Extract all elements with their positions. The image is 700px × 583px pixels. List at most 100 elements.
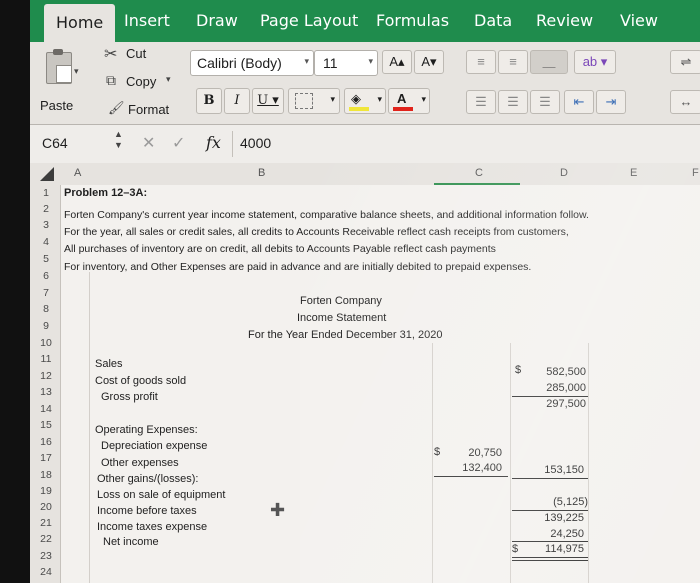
column-header-f[interactable]: F	[692, 167, 699, 179]
statement-period[interactable]: For the Year Ended December 31, 2020	[248, 329, 442, 341]
value-cogs[interactable]: 285,000	[520, 382, 586, 394]
select-all-corner[interactable]	[40, 167, 54, 181]
row-header[interactable]: 8	[34, 303, 58, 315]
label-income-before-taxes[interactable]: Income before taxes	[97, 505, 197, 517]
grow-font-button[interactable]: A▴	[382, 50, 412, 74]
row-header[interactable]: 5	[34, 253, 58, 265]
align-middle-button[interactable]: ≡	[498, 50, 528, 74]
value-income-before-taxes[interactable]: 139,225	[520, 512, 584, 524]
orientation-button[interactable]: ab ▾	[574, 50, 616, 74]
row-header[interactable]: 1	[34, 187, 58, 199]
shrink-font-button[interactable]: A▾	[414, 50, 444, 74]
align-left-button[interactable]: ☰	[466, 90, 496, 114]
italic-button[interactable]: I	[224, 88, 250, 114]
value-income-taxes[interactable]: 24,250	[520, 528, 584, 540]
label-sales[interactable]: Sales	[95, 358, 123, 370]
row-header[interactable]: 4	[34, 236, 58, 248]
problem-text-line[interactable]: For inventory, and Other Expenses are pa…	[64, 261, 531, 273]
value-depreciation[interactable]: 20,750	[440, 447, 502, 459]
paste-dropdown-icon[interactable]: ▾	[74, 66, 79, 77]
row-header[interactable]: 14	[34, 403, 58, 415]
problem-title[interactable]: Problem 12–3A:	[64, 187, 147, 199]
label-other-gains[interactable]: Other gains/(losses):	[97, 473, 198, 485]
font-name-select[interactable]: Calibri (Body) ▾	[190, 50, 314, 76]
formula-input[interactable]: 4000	[240, 135, 271, 151]
statement-title[interactable]: Income Statement	[297, 312, 386, 324]
format-painter-button[interactable]: Format	[128, 102, 169, 117]
align-right-button[interactable]: ☰	[530, 90, 560, 114]
problem-text-line[interactable]: Forten Company's current year income sta…	[64, 209, 589, 221]
tab-view[interactable]: View	[620, 11, 658, 30]
enter-icon[interactable]: ✓	[172, 133, 185, 153]
label-depreciation[interactable]: Depreciation expense	[101, 440, 207, 452]
row-header[interactable]: 10	[34, 337, 58, 349]
row-header[interactable]: 13	[34, 386, 58, 398]
row-header[interactable]: 9	[34, 320, 58, 332]
decrease-indent-button[interactable]: ⇤	[564, 90, 594, 114]
increase-indent-button[interactable]: ⇥	[596, 90, 626, 114]
label-gross-profit[interactable]: Gross profit	[101, 391, 158, 403]
insert-function-button[interactable]: fx	[206, 133, 221, 152]
label-other-expenses[interactable]: Other expenses	[101, 457, 179, 469]
align-center-button[interactable]: ☰	[498, 90, 528, 114]
label-net-income[interactable]: Net income	[103, 536, 159, 548]
name-box[interactable]: C64	[42, 135, 68, 151]
row-header[interactable]: 20	[34, 501, 58, 513]
problem-text-line[interactable]: All purchases of inventory are on credit…	[64, 243, 496, 255]
column-header-b[interactable]: B	[258, 167, 265, 179]
cancel-icon[interactable]: ✕	[142, 133, 155, 153]
tab-home[interactable]: Home	[44, 4, 116, 42]
paste-button[interactable]: ▾ Paste	[38, 49, 82, 113]
merge-button[interactable]: ↔	[670, 90, 700, 114]
copy-button[interactable]: Copy	[126, 74, 156, 89]
column-header-a[interactable]: A	[74, 167, 81, 179]
row-header[interactable]: 22	[34, 533, 58, 545]
column-header-d[interactable]: D	[560, 167, 568, 179]
borders-button[interactable]: ▾	[288, 88, 340, 114]
label-income-taxes[interactable]: Income taxes expense	[97, 521, 207, 533]
fill-color-button[interactable]: ◈ ▾	[344, 88, 386, 114]
row-header[interactable]: 2	[34, 203, 58, 215]
row-header[interactable]: 6	[34, 270, 58, 282]
row-header[interactable]: 17	[34, 452, 58, 464]
wrap-text-button[interactable]: ⇌	[670, 50, 700, 74]
value-other-expenses[interactable]: 132,400	[440, 462, 502, 474]
tab-data[interactable]: Data	[474, 11, 512, 30]
cut-button[interactable]: Cut	[126, 46, 146, 61]
row-header[interactable]: 11	[34, 353, 58, 365]
underline-button[interactable]: U ▾	[252, 88, 284, 114]
value-net-income[interactable]: 114,975	[520, 543, 584, 555]
row-header[interactable]: 24	[34, 566, 58, 578]
tab-draw[interactable]: Draw	[196, 11, 238, 30]
value-gross-profit[interactable]: 297,500	[520, 398, 586, 410]
font-size-select[interactable]: 11 ▾	[314, 50, 378, 76]
tab-review[interactable]: Review	[536, 11, 593, 30]
row-header[interactable]: 16	[34, 436, 58, 448]
label-operating-expenses[interactable]: Operating Expenses:	[95, 424, 198, 436]
row-header[interactable]: 18	[34, 469, 58, 481]
tab-page-layout[interactable]: Page Layout	[260, 11, 358, 30]
font-color-button[interactable]: A ▾	[388, 88, 430, 114]
company-name[interactable]: Forten Company	[300, 295, 382, 307]
value-operating-total[interactable]: 153,150	[520, 464, 584, 476]
tab-formulas[interactable]: Formulas	[376, 11, 449, 30]
tab-insert[interactable]: Insert	[124, 11, 170, 30]
label-cogs[interactable]: Cost of goods sold	[95, 375, 186, 387]
row-header[interactable]: 15	[34, 419, 58, 431]
row-header[interactable]: 23	[34, 550, 58, 562]
column-header-c[interactable]: C	[475, 167, 483, 179]
row-header[interactable]: 12	[34, 370, 58, 382]
row-header[interactable]: 21	[34, 517, 58, 529]
name-box-stepper-icon[interactable]: ▲ ▼	[114, 129, 123, 151]
column-header-e[interactable]: E	[630, 167, 637, 179]
align-bottom-button[interactable]: ＿	[530, 50, 568, 74]
align-top-button[interactable]: ≡	[466, 50, 496, 74]
value-loss-on-sale[interactable]: (5,125)	[520, 496, 588, 508]
value-sales[interactable]: 582,500	[520, 366, 586, 378]
row-header[interactable]: 3	[34, 219, 58, 231]
label-loss-on-sale[interactable]: Loss on sale of equipment	[97, 489, 225, 501]
row-header[interactable]: 7	[34, 287, 58, 299]
copy-dropdown-icon[interactable]: ▾	[166, 74, 171, 85]
problem-text-line[interactable]: For the year, all sales or credit sales,…	[64, 226, 569, 238]
row-header[interactable]: 19	[34, 485, 58, 497]
